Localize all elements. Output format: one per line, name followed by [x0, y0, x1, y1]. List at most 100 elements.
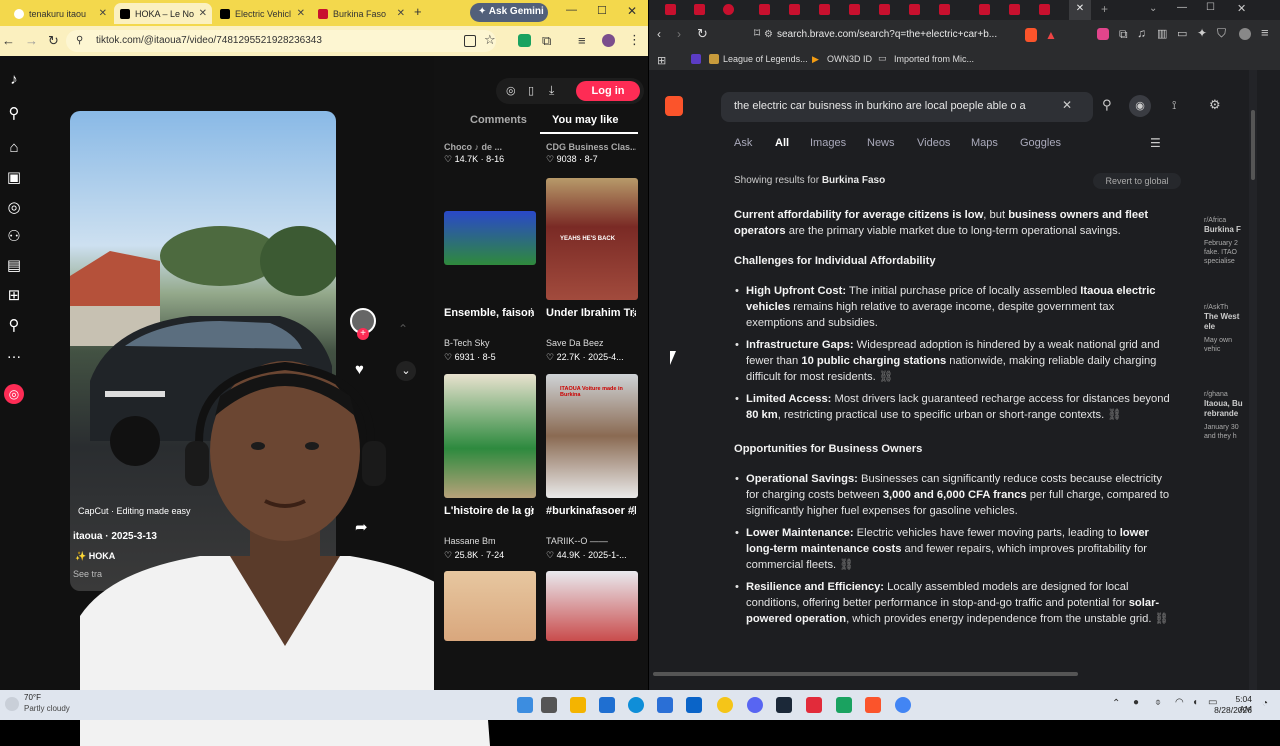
bookmark-icon[interactable]: ⌑: [754, 26, 760, 40]
task-view-icon[interactable]: [541, 697, 557, 713]
notifications-icon[interactable]: ◔: [1262, 698, 1268, 709]
video-thumbnail[interactable]: [546, 571, 638, 641]
tab-tenakuru[interactable]: tenakuru itaou ✕: [8, 3, 112, 24]
video-author[interactable]: Hassane Bm: [444, 536, 496, 546]
youtube-tab-icon[interactable]: [694, 4, 705, 15]
video-thumbnail[interactable]: [444, 571, 536, 641]
photos-icon[interactable]: [717, 697, 733, 713]
chevron-down-icon[interactable]: ⌄: [1149, 3, 1157, 14]
brave-shields-icon[interactable]: [1025, 28, 1037, 42]
video-title[interactable]: #burkinafasoer #burkinatiktok...: [546, 504, 636, 518]
vivaldi-icon[interactable]: [806, 697, 822, 713]
wallet-icon[interactable]: ▭: [1177, 27, 1187, 40]
phone-icon[interactable]: ▯: [528, 84, 534, 97]
video-thumbnail[interactable]: [444, 374, 536, 498]
upload-icon[interactable]: ⊞: [6, 288, 22, 304]
youtube-tab-icon[interactable]: [723, 4, 734, 15]
follow-plus-icon[interactable]: +: [357, 328, 369, 340]
edge-icon[interactable]: [628, 697, 644, 713]
shop-icon[interactable]: ▣: [6, 170, 22, 186]
copilot-icon[interactable]: [599, 697, 615, 713]
settings-gear-icon[interactable]: ⚙: [1209, 97, 1221, 113]
reload-icon[interactable]: ↻: [48, 33, 59, 49]
wifi-icon[interactable]: ◠: [1175, 697, 1184, 708]
live-icon[interactable]: ▤: [6, 258, 22, 274]
compass-icon[interactable]: ◎: [506, 84, 516, 97]
menu-icon[interactable]: ≡: [1261, 25, 1269, 40]
download-icon[interactable]: ⤓: [549, 83, 554, 98]
clear-search-icon[interactable]: ✕: [1062, 98, 1072, 112]
video-author[interactable]: Save Da Beez: [546, 338, 604, 348]
new-tab-icon[interactable]: +: [1101, 2, 1108, 16]
tray-app-icon[interactable]: ●: [1133, 697, 1139, 708]
more-icon[interactable]: …: [6, 346, 22, 362]
search-icon[interactable]: ⚲: [1102, 97, 1112, 113]
weather-icon[interactable]: [5, 697, 19, 711]
close-window-icon[interactable]: ✕: [1237, 2, 1246, 15]
tab-all[interactable]: All: [775, 137, 789, 149]
tab-ask[interactable]: Ask: [734, 137, 752, 149]
video-title[interactable]: Under Ibrahim Traoré, Burkina...: [546, 306, 636, 320]
search-input[interactable]: the electric car buisness in burkino are…: [721, 92, 1093, 122]
tab-news[interactable]: News: [867, 137, 895, 149]
new-tab-icon[interactable]: +: [414, 4, 422, 19]
youtube-tab-icon[interactable]: [909, 4, 920, 15]
tray-chevron-icon[interactable]: ⌃: [1112, 698, 1120, 709]
maximize-icon[interactable]: ☐: [1206, 2, 1215, 13]
coin-icon[interactable]: ◎: [4, 384, 24, 404]
url-field[interactable]: ⚲ tiktok.com/@itaoua7/video/748129552192…: [66, 30, 496, 52]
install-icon[interactable]: [464, 35, 476, 47]
youtube-tab-icon[interactable]: [939, 4, 950, 15]
extension-icon[interactable]: [1097, 28, 1109, 40]
forward-icon[interactable]: →: [25, 33, 38, 48]
youtube-tab-icon[interactable]: [979, 4, 990, 15]
tab-images[interactable]: Images: [810, 137, 846, 149]
youtube-tab-icon[interactable]: [1039, 4, 1050, 15]
youtube-tab-icon[interactable]: [819, 4, 830, 15]
scrollbar-thumb[interactable]: [1251, 110, 1255, 180]
clock-date[interactable]: 8/28/2026: [1212, 705, 1252, 715]
app-icon[interactable]: [836, 697, 852, 713]
music-icon[interactable]: ♫: [1137, 26, 1146, 40]
video-thumbnail[interactable]: YEAHS HE'S BACK: [546, 178, 638, 300]
tab-burkina-faso[interactable]: Burkina Faso ✕: [312, 3, 410, 24]
outlook-icon[interactable]: [686, 697, 702, 713]
video-title[interactable]: Ensemble, faisons avance...: [444, 306, 534, 320]
source-card[interactable]: r/ghana Itaoua, Bu rebrande January 30 a…: [1204, 390, 1244, 441]
close-icon[interactable]: ✕: [1069, 0, 1091, 20]
url-field[interactable]: ⚙ search.brave.com/search?q=the+electric…: [764, 24, 1017, 46]
media-icon[interactable]: ≡: [578, 33, 586, 48]
leo-icon[interactable]: ✦: [1197, 26, 1207, 40]
bookmark-league[interactable]: League of Legends...: [723, 54, 808, 64]
tab-electric-vehicle[interactable]: Electric Vehicl ✕: [214, 3, 310, 24]
back-icon[interactable]: ‹: [657, 27, 661, 41]
citation-link-icon[interactable]: ⛓: [879, 371, 893, 383]
rewards-icon[interactable]: ▲: [1045, 28, 1057, 42]
minimize-icon[interactable]: —: [1177, 2, 1187, 13]
mic-icon[interactable]: ⌽: [1155, 697, 1161, 708]
source-card[interactable]: r/AskTh The West ele May own vehic: [1204, 303, 1244, 354]
bookmark-star-icon[interactable]: ☆: [484, 32, 496, 48]
video-thumbnail[interactable]: ITAOUA Voiture made in Burkina: [546, 374, 638, 498]
puzzle-icon[interactable]: ⧉: [542, 33, 551, 49]
youtube-tab-icon[interactable]: [849, 4, 860, 15]
vertical-scrollbar[interactable]: [1249, 70, 1257, 690]
sidebar-icon[interactable]: ▥: [1157, 27, 1167, 40]
tab-you-may-like[interactable]: You may like: [552, 114, 618, 126]
tiktok-logo-icon[interactable]: ♪: [6, 72, 22, 88]
close-icon[interactable]: ✕: [99, 8, 107, 19]
following-icon[interactable]: ⚇: [6, 229, 22, 245]
prev-video-icon[interactable]: ⌃: [398, 322, 408, 336]
apps-grid-icon[interactable]: ⊞: [657, 54, 666, 67]
video-author[interactable]: B-Tech Sky: [444, 338, 490, 348]
scrollbar-thumb[interactable]: [653, 672, 1078, 676]
discord-icon[interactable]: [747, 697, 763, 713]
video-thumbnail[interactable]: [444, 211, 536, 265]
close-icon[interactable]: ✕: [297, 8, 305, 19]
bookmark-imported[interactable]: Imported from Mic...: [894, 54, 974, 64]
more-options-icon[interactable]: ⋮: [628, 306, 639, 319]
filters-icon[interactable]: ☰: [1150, 136, 1161, 150]
volume-icon[interactable]: ◖: [1192, 697, 1198, 708]
video-title[interactable]: CDG Business Clas...: [546, 140, 636, 154]
youtube-tab-icon[interactable]: [789, 4, 800, 15]
